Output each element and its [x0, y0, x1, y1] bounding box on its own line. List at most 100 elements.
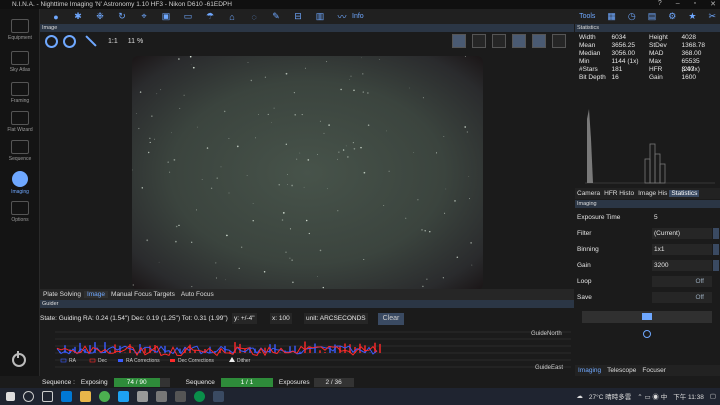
tab-hfr-histo[interactable]: HFR Histo: [602, 190, 636, 197]
tab-telescope[interactable]: Telescope: [604, 367, 639, 374]
crosshair-icon[interactable]: [472, 34, 486, 48]
windows-start-icon[interactable]: [6, 392, 15, 401]
loop-toggle[interactable]: Off: [652, 276, 712, 287]
sidebar-item-imaging[interactable]: Imaging: [0, 171, 40, 195]
save-toggle[interactable]: Off: [652, 292, 712, 303]
tab-focuser[interactable]: Focuser: [639, 367, 668, 374]
weather-icon[interactable]: ☂: [204, 11, 216, 23]
flat-device-icon[interactable]: ◌: [248, 11, 260, 23]
history-icon[interactable]: ◷: [628, 11, 636, 22]
telescope-icon[interactable]: ⌖: [138, 11, 150, 23]
app-icon[interactable]: [175, 391, 186, 402]
sidebar-item-options[interactable]: Options: [0, 201, 40, 223]
star: [285, 143, 287, 145]
search-icon[interactable]: [23, 391, 34, 402]
tab-camera[interactable]: Camera: [575, 190, 602, 197]
tab-image-histogram[interactable]: Image His: [636, 190, 669, 197]
guider-icon[interactable]: ▣: [160, 11, 172, 23]
grid-icon[interactable]: ▦: [607, 11, 616, 22]
info-icon[interactable]: 〰: [336, 11, 348, 23]
display-icon[interactable]: ▤: [648, 11, 657, 22]
app-icon[interactable]: [137, 391, 148, 402]
bahtinov-icon[interactable]: [552, 34, 566, 48]
captured-image[interactable]: [131, 55, 483, 291]
x-scale-select[interactable]: x: 100: [270, 313, 292, 324]
notification-icon[interactable]: ▢: [710, 392, 716, 400]
grid-overlay-icon[interactable]: [452, 34, 466, 48]
star: [367, 92, 369, 94]
close-icon[interactable]: ✕: [710, 0, 716, 8]
maximize-icon[interactable]: ▫: [694, 0, 696, 8]
zoom-out-icon[interactable]: [63, 34, 76, 48]
info-label[interactable]: Info: [352, 13, 364, 20]
app-icon[interactable]: [156, 391, 167, 402]
unit-select[interactable]: unit: ARCSECONDS: [304, 313, 368, 324]
sidebar-item-sky-atlas[interactable]: Sky Atlas: [0, 51, 40, 73]
binning-select[interactable]: 1x1: [652, 244, 712, 255]
store-icon[interactable]: [118, 391, 129, 402]
chevron-down-icon[interactable]: [713, 260, 719, 271]
sidebar-item-sequence[interactable]: Sequence: [0, 140, 40, 162]
weather-icon[interactable]: ☁: [576, 392, 583, 400]
star: [296, 158, 298, 160]
chrome-icon[interactable]: [99, 391, 110, 402]
fit-icon[interactable]: [85, 35, 97, 47]
star-detect-icon[interactable]: [532, 34, 546, 48]
tools-icon[interactable]: ✂: [708, 11, 716, 22]
tab-imaging[interactable]: Imaging: [575, 367, 604, 374]
rotator-icon[interactable]: ↻: [116, 11, 128, 23]
live-view-button[interactable]: [582, 328, 712, 340]
chevron-down-icon[interactable]: [713, 228, 719, 239]
statistics-header: Statistics: [575, 24, 720, 32]
filter-select[interactable]: (Current): [652, 228, 712, 239]
sequence-icon: [11, 140, 29, 154]
tab-image[interactable]: Image: [83, 291, 109, 298]
target-icon[interactable]: [492, 34, 506, 48]
edge-icon[interactable]: [61, 391, 72, 402]
exposure-time-value[interactable]: 5: [654, 214, 658, 221]
star: [226, 234, 228, 237]
tab-plate-solving[interactable]: Plate Solving: [40, 291, 84, 298]
weather-text[interactable]: 27°C 晴時多雲: [589, 391, 631, 401]
dome-icon[interactable]: ⌂: [226, 11, 238, 23]
focuser-icon[interactable]: ❉: [94, 11, 106, 23]
plugin-icon[interactable]: ⊟: [292, 11, 304, 23]
stretch-icon[interactable]: [512, 34, 526, 48]
clear-button[interactable]: Clear: [378, 313, 404, 325]
switch-icon[interactable]: ▭: [182, 11, 194, 23]
tools-label[interactable]: Tools: [579, 13, 595, 20]
tab-manual-focus-targets[interactable]: Manual Focus Targets: [108, 291, 178, 298]
zoom-reset-button[interactable]: 1:1: [108, 38, 118, 45]
capture-button[interactable]: [582, 311, 712, 323]
star: [289, 257, 291, 259]
gain-label: Gain: [577, 262, 591, 269]
zoom-in-icon[interactable]: [45, 34, 58, 48]
star: [326, 188, 328, 190]
clock[interactable]: 下午 11:38: [673, 391, 704, 401]
star: [264, 76, 267, 78]
tab-statistics[interactable]: Statistics: [669, 190, 700, 197]
camera-toggle-icon[interactable]: ●: [50, 11, 62, 23]
star: [388, 170, 390, 172]
chart-icon[interactable]: ▥: [314, 11, 326, 23]
sidebar-item-framing[interactable]: Framing: [0, 82, 40, 104]
app-icon[interactable]: [194, 391, 205, 402]
help-icon[interactable]: ?: [658, 0, 662, 8]
gain-select[interactable]: 3200: [652, 260, 712, 271]
chevron-down-icon[interactable]: [713, 244, 719, 255]
sidebar-item-equipment[interactable]: Equipment: [0, 19, 40, 41]
file-explorer-icon[interactable]: [80, 391, 91, 402]
statistics-tabs: Camera HFR Histo Image His Statistics: [575, 188, 720, 199]
star-icon[interactable]: ★: [688, 11, 696, 22]
light-bulb-icon[interactable]: ✎: [270, 11, 282, 23]
filter-wheel-icon[interactable]: ✱: [72, 11, 84, 23]
y-scale-select[interactable]: y: +/-4": [232, 313, 257, 324]
settings-icon[interactable]: ⚙: [668, 11, 676, 22]
nina-icon[interactable]: [213, 391, 224, 402]
tab-auto-focus[interactable]: Auto Focus: [178, 291, 217, 298]
power-icon[interactable]: [12, 351, 26, 367]
minimize-icon[interactable]: –: [676, 0, 680, 8]
sidebar-item-flat-wizard[interactable]: Flat Wizard: [0, 111, 40, 133]
task-view-icon[interactable]: [42, 391, 53, 402]
tray-icons[interactable]: ⌃ ▭ ◉ 中: [637, 391, 667, 401]
